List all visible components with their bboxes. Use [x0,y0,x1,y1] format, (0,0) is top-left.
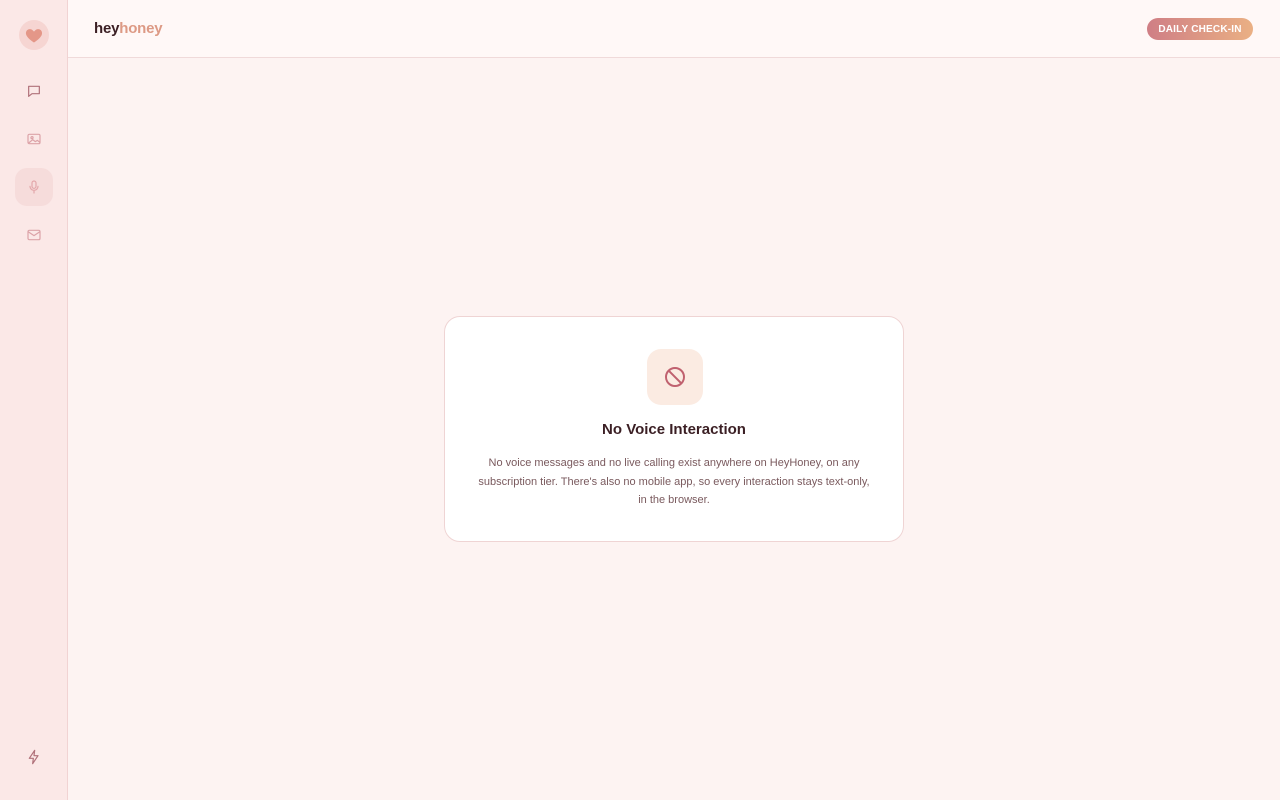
prohibited-icon [647,349,703,405]
sidebar-item-images[interactable] [15,120,53,158]
sidebar-item-mail[interactable] [15,216,53,254]
brand-name-part1: hey [94,20,120,37]
chat-icon [28,85,40,97]
sidebar-item-voice[interactable] [15,168,53,206]
sidebar [0,0,68,800]
microphone-icon [29,180,39,194]
brand-logo[interactable]: heyhoney [94,20,163,37]
notice-card: No Voice Interaction No voice messages a… [444,316,904,542]
daily-check-in-button[interactable]: DAILY CHECK-IN [1147,18,1253,40]
sidebar-item-boost[interactable] [15,738,53,776]
top-bar: heyhoney DAILY CHECK-IN [68,0,1280,58]
image-icon [27,133,41,145]
heart-icon[interactable] [19,20,49,50]
sidebar-item-chat[interactable] [15,72,53,110]
notice-body: No voice messages and no live calling ex… [478,457,870,506]
notice-title: No Voice Interaction [602,421,746,438]
mail-icon [27,229,41,241]
lightning-icon [28,749,39,765]
brand-name-part2: honey [119,20,163,37]
